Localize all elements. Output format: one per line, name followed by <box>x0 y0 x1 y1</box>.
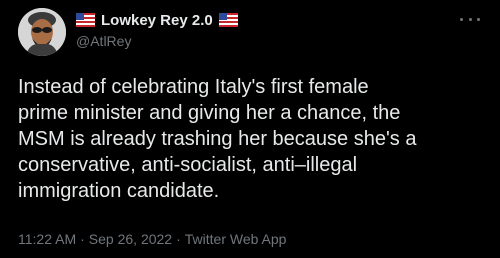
dot <box>460 17 463 21</box>
author-display-name[interactable]: Lowkey Rey 2.0 <box>101 12 213 29</box>
tweet-source[interactable]: Twitter Web App <box>185 231 287 247</box>
author-handle[interactable]: @AtlRey <box>76 33 238 51</box>
cartoon-avatar-icon <box>18 8 66 56</box>
ellipsis-icon[interactable] <box>460 12 480 26</box>
tweet-metadata: 11:22 AM · Sep 26, 2022 · Twitter Web App <box>18 231 286 247</box>
author-name-row[interactable]: Lowkey Rey 2.0 <box>76 10 238 30</box>
tweet-time[interactable]: 11:22 AM <box>18 231 76 247</box>
tweet-date[interactable]: Sep 26, 2022 <box>89 231 172 247</box>
dot <box>468 17 472 21</box>
us-flag-icon <box>218 13 238 27</box>
separator: · <box>176 231 181 247</box>
tweet-header: Lowkey Rey 2.0 @AtlRey <box>76 10 238 51</box>
us-flag-icon <box>76 13 95 27</box>
dot <box>477 17 480 21</box>
avatar[interactable] <box>18 8 66 56</box>
tweet-text: Instead of celebrating Italy's first fem… <box>18 76 417 202</box>
tweet-card: Lowkey Rey 2.0 @AtlRey Instead of celebr… <box>0 0 500 258</box>
separator: · <box>80 231 85 247</box>
